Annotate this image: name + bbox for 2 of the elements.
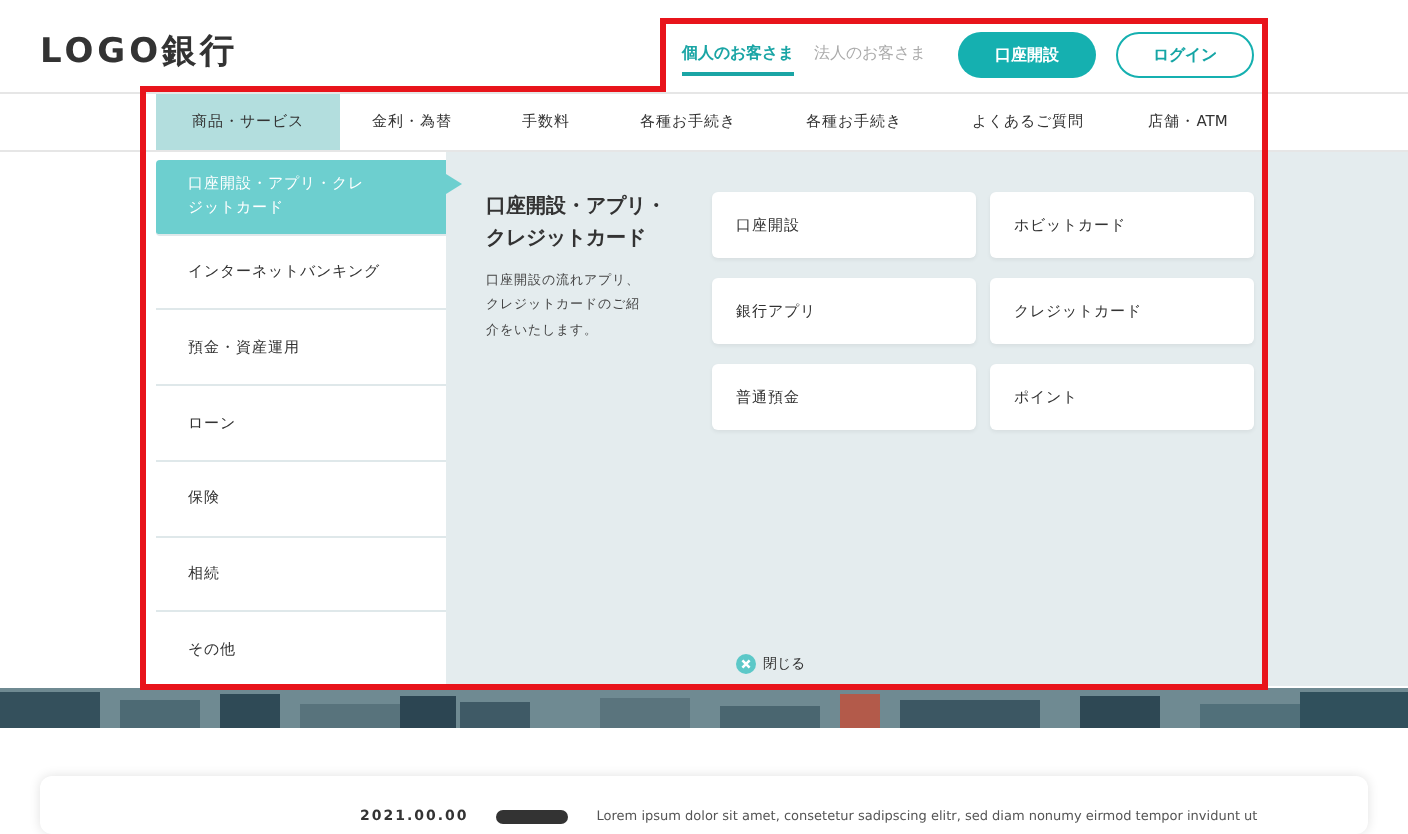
section-title: 口座開設・アプリ・クレジットカード — [486, 192, 668, 253]
logo[interactable]: LOGO銀行 — [40, 27, 239, 73]
